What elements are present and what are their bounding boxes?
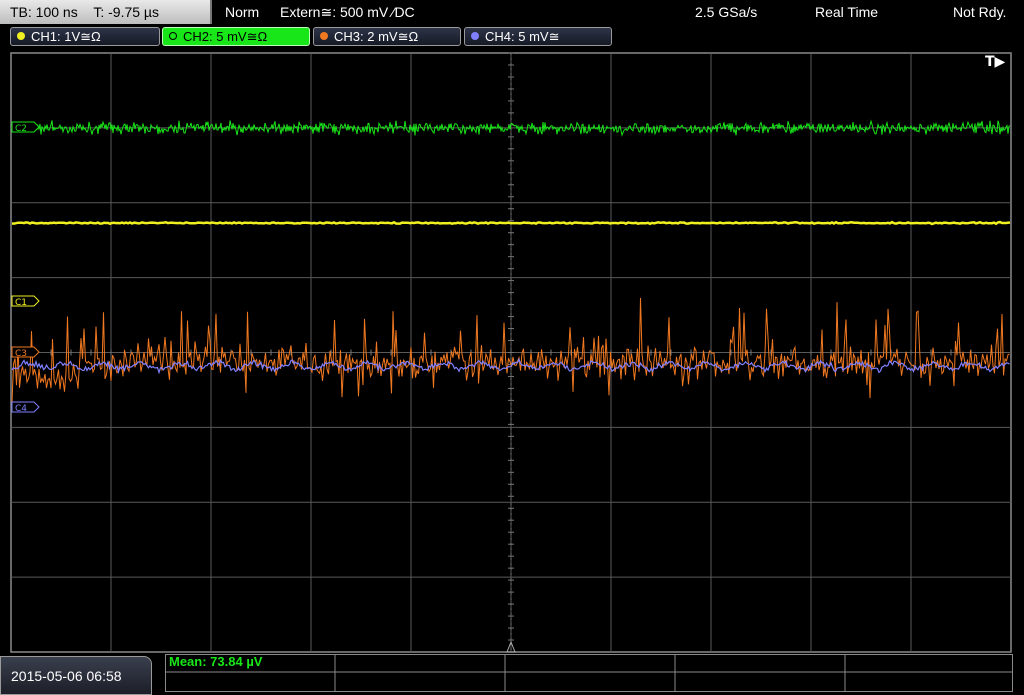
- trace-ch1: [11, 220, 1011, 226]
- channel-tab-ch2[interactable]: CH2: 5 mV≅Ω: [162, 27, 310, 46]
- trigger-time-label: T: -9.75 µs: [93, 4, 159, 20]
- waveform-display[interactable]: T▶ C2 C1 C3 C4: [0, 48, 1024, 654]
- channel-label: CH3: 2 mV≅Ω: [334, 29, 419, 44]
- channel-label: CH2: 5 mV≅Ω: [183, 29, 268, 44]
- marker-c3: C3: [15, 349, 27, 359]
- trigger-source[interactable]: Extern≅: 500 mV ⁄DC: [280, 0, 415, 24]
- channel-dot-icon: [320, 32, 328, 40]
- marker-c1: C1: [15, 298, 27, 308]
- channel-tab-ch1[interactable]: CH1: 1V≅Ω: [10, 27, 160, 46]
- sample-rate: 2.5 GSa/s: [695, 4, 758, 20]
- timebase-label: TB: 100 ns: [10, 4, 78, 20]
- channel-tab-ch4[interactable]: CH4: 5 mV≅: [464, 27, 612, 46]
- channel-tab-ch3[interactable]: CH3: 2 mV≅Ω: [313, 27, 461, 46]
- marker-c2: C2: [15, 124, 27, 134]
- channel-dot-icon: [471, 32, 479, 40]
- datetime-box: 2015-05-06 06:58: [0, 656, 152, 695]
- channel-tabs: CH1: 1V≅Ω CH2: 5 mV≅Ω CH3: 2 mV≅Ω CH4: 5…: [0, 26, 1024, 48]
- channel-dot-icon: [169, 32, 177, 40]
- channel-label: CH4: 5 mV≅: [485, 29, 560, 44]
- trigger-position-icon[interactable]: T▶: [985, 54, 1006, 70]
- acquisition-mode[interactable]: Real Time: [815, 0, 878, 24]
- marker-c4: C4: [15, 404, 27, 414]
- channel-label: CH1: 1V≅Ω: [31, 29, 101, 44]
- status-bar: TB: 100 ns T: -9.75 µs Norm Extern≅: 500…: [0, 0, 1024, 26]
- run-status: Not Rdy.: [953, 4, 1007, 20]
- timebase-box[interactable]: TB: 100 ns T: -9.75 µs: [0, 0, 212, 24]
- channel-dot-icon: [17, 32, 25, 40]
- measurement-panel[interactable]: Mean: 73.84 µV: [165, 654, 1013, 692]
- measurement-mean: Mean: 73.84 µV: [169, 654, 263, 669]
- trigger-mode[interactable]: Norm: [225, 0, 259, 24]
- footer: 2015-05-06 06:58 Mean: 73.84 µV: [0, 654, 1024, 695]
